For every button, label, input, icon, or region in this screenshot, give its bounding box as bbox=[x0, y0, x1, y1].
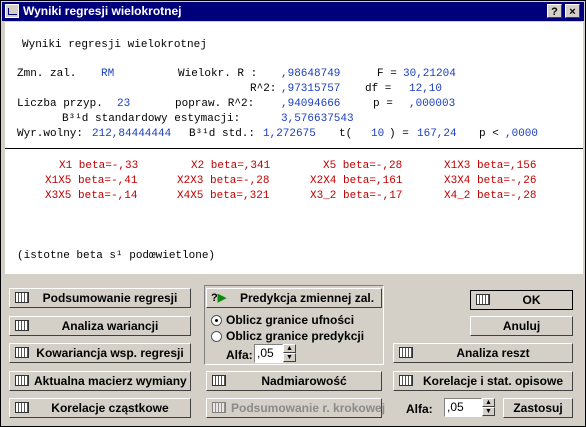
close-button[interactable]: × bbox=[565, 4, 580, 18]
results-output-pane: Wyniki regresji wielokrotnej Zmn. zal. R… bbox=[5, 22, 583, 274]
redundancy-button[interactable]: Nadmiarowość bbox=[206, 371, 382, 391]
t-label: t( bbox=[339, 128, 353, 140]
table-icon bbox=[476, 294, 490, 305]
alpha-input[interactable]: ,05 bbox=[254, 344, 283, 363]
alpha2-input[interactable]: ,05 bbox=[444, 398, 482, 417]
sweep-matrix-button[interactable]: Aktualna macierz wymiany bbox=[9, 371, 191, 391]
alpha-label: Alfa: bbox=[226, 348, 253, 362]
stepwise-summary-button[interactable]: Podsumowanie r. krokowej bbox=[206, 398, 385, 418]
table-icon bbox=[212, 402, 226, 413]
df-value: 12,10 bbox=[409, 83, 443, 95]
std-error-label: B³¹d standardowy estymacji: bbox=[62, 113, 241, 125]
beta-item: X1 beta=-,33 bbox=[59, 160, 139, 172]
p-less-value: ,0000 bbox=[505, 128, 539, 140]
multiple-r-value: ,98648749 bbox=[281, 68, 341, 80]
f-label: F = bbox=[377, 68, 397, 80]
prediction-limits-label[interactable]: Oblicz granice predykcji bbox=[226, 329, 364, 343]
title-bar[interactable]: Wyniki regresji wielokrotnej ? × bbox=[2, 2, 584, 21]
output-heading: Wyniki regresji wielokrotnej bbox=[22, 39, 207, 51]
table-icon bbox=[15, 347, 29, 358]
beta-item: X5 beta=-,28 bbox=[323, 160, 403, 172]
regression-summary-button[interactable]: Podsumowanie regresji bbox=[9, 288, 191, 308]
beta-item: X2X4 beta=,161 bbox=[310, 175, 403, 187]
p-less-label: p < bbox=[479, 128, 499, 140]
p-value: ,000003 bbox=[409, 98, 456, 110]
beta-item: X1X5 beta=-,41 bbox=[45, 175, 138, 187]
intercept-se-label: B³¹d std.: bbox=[189, 128, 256, 140]
coefficient-covariance-button[interactable]: Kowariancja wsp. regresji bbox=[9, 343, 191, 363]
window-title: Wyniki regresji wielokrotnej bbox=[23, 4, 182, 18]
alpha2-spin-down[interactable]: ▼ bbox=[482, 407, 495, 416]
beta-item: X4X5 beta=,321 bbox=[177, 190, 270, 202]
table-icon bbox=[212, 375, 226, 386]
cancel-button[interactable]: Anuluj bbox=[470, 316, 573, 336]
app-icon[interactable] bbox=[5, 4, 19, 18]
df-label: df = bbox=[365, 83, 392, 95]
p-label: p = bbox=[373, 98, 393, 110]
residual-analysis-button[interactable]: Analiza reszt bbox=[393, 343, 573, 363]
beta-item: X4_2 beta=-,28 bbox=[444, 190, 537, 202]
table-icon bbox=[399, 375, 413, 386]
cases-value: 23 bbox=[117, 98, 131, 110]
beta-item: X1X3 beta=,156 bbox=[444, 160, 537, 172]
table-icon bbox=[15, 402, 29, 413]
partial-correlations-button[interactable]: Korelacje cząstkowe bbox=[9, 398, 191, 418]
apply-button[interactable]: Zastosuj bbox=[503, 398, 573, 418]
beta-item: X3X5 beta=-,14 bbox=[45, 190, 138, 202]
table-icon bbox=[15, 292, 29, 303]
intercept-value: 212,84444444 bbox=[92, 128, 172, 140]
beta-item: X3_2 beta=-,17 bbox=[310, 190, 403, 202]
confidence-limits-radio[interactable] bbox=[211, 315, 222, 326]
help-button[interactable]: ? bbox=[547, 4, 562, 18]
cases-label: Liczba przyp. bbox=[17, 98, 103, 110]
results-dialog: Wyniki regresji wielokrotnej ? × Wyniki … bbox=[0, 0, 586, 427]
table-icon bbox=[15, 375, 29, 386]
correlations-descriptive-button[interactable]: Korelacje i stat. opisowe bbox=[393, 371, 573, 391]
multiple-r-label: Wielokr. R : bbox=[178, 68, 258, 80]
f-value: 30,21204 bbox=[403, 68, 456, 80]
anova-button[interactable]: Analiza wariancji bbox=[9, 316, 191, 336]
prediction-limits-radio[interactable] bbox=[211, 331, 222, 342]
intercept-label: Wyr.wolny: bbox=[17, 128, 84, 140]
beta-item: X2 beta=,341 bbox=[191, 160, 271, 172]
t-equals: ) = bbox=[389, 128, 409, 140]
adjusted-r-squared-value: ,94094666 bbox=[281, 98, 341, 110]
table-icon bbox=[399, 347, 413, 358]
alpha-spin-up[interactable]: ▲ bbox=[283, 344, 296, 353]
adjusted-r-squared-label: popraw. R^2: bbox=[175, 98, 255, 110]
std-error-value: 3,576637543 bbox=[281, 113, 354, 125]
output-separator bbox=[5, 148, 583, 149]
alpha-spin-down[interactable]: ▼ bbox=[283, 353, 296, 362]
beta-item: X3X4 beta=-,26 bbox=[444, 175, 537, 187]
alpha2-label: Alfa: bbox=[406, 402, 433, 416]
dependent-var-value: RM bbox=[101, 68, 115, 80]
r-squared-label: R^2: bbox=[250, 83, 277, 95]
r-squared-value: ,97315757 bbox=[281, 83, 341, 95]
ok-button[interactable]: OK bbox=[470, 290, 573, 310]
t-df: 10 bbox=[371, 128, 385, 140]
intercept-se-value: 1,272675 bbox=[263, 128, 316, 140]
dependent-var-label: Zmn. zal. bbox=[17, 68, 77, 80]
t-value: 167,24 bbox=[417, 128, 457, 140]
beta-item: X2X3 beta=-,28 bbox=[177, 175, 270, 187]
table-icon bbox=[15, 320, 29, 331]
confidence-limits-label[interactable]: Oblicz granice ufności bbox=[226, 313, 354, 327]
alpha2-spin-up[interactable]: ▲ bbox=[482, 398, 495, 407]
footnote: (istotne beta s¹ podœwietlone) bbox=[17, 250, 216, 262]
